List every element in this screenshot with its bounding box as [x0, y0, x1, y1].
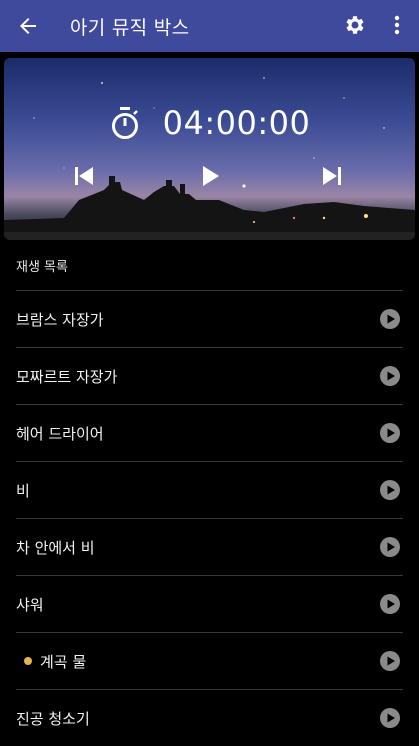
play-circle-icon[interactable]	[379, 308, 401, 330]
list-item-label: 모짜르트 자장가	[16, 367, 118, 386]
list-item-label: 헤어 드라이어	[16, 424, 104, 443]
play-circle-icon[interactable]	[379, 536, 401, 558]
more-vert-icon[interactable]	[393, 13, 401, 37]
timer-icon[interactable]	[109, 106, 141, 140]
list-item[interactable]: 진공 청소기	[16, 689, 403, 746]
list-item[interactable]: 모짜르트 자장가	[16, 347, 403, 404]
list-item-label: 샤워	[16, 595, 44, 614]
skip-next-icon[interactable]	[320, 164, 344, 188]
gear-icon[interactable]	[343, 13, 367, 37]
list-item[interactable]: 샤워	[16, 575, 403, 632]
timer-value[interactable]: 04:00:00	[163, 104, 311, 142]
list-item-label: 비	[16, 481, 30, 500]
play-circle-icon[interactable]	[379, 707, 401, 729]
app-bar: 아기 뮤직 박스	[0, 0, 419, 52]
list-item[interactable]: 브람스 자장가	[16, 290, 403, 347]
timer-display: 04:00:00	[4, 104, 415, 142]
list-item-label: 브람스 자장가	[16, 310, 104, 329]
player-card: 04:00:00	[4, 58, 415, 240]
play-circle-icon[interactable]	[379, 365, 401, 387]
list-item-active[interactable]: 계곡 물	[16, 632, 403, 689]
playlist-header: 재생 목록	[16, 259, 68, 275]
play-circle-icon[interactable]	[379, 479, 401, 501]
playlist: 브람스 자장가 모짜르트 자장가 헤어 드라이어 비 차 안에서 비 샤워 계곡…	[0, 290, 419, 746]
list-item-label: 진공 청소기	[16, 709, 90, 728]
list-item-label: 차 안에서 비	[16, 538, 95, 557]
page-title: 아기 뮤직 박스	[70, 16, 190, 39]
play-circle-icon[interactable]	[379, 593, 401, 615]
arrow-left-icon[interactable]	[16, 14, 40, 38]
list-item[interactable]: 비	[16, 461, 403, 518]
skip-previous-icon[interactable]	[72, 164, 96, 188]
play-icon[interactable]	[198, 164, 222, 188]
playback-controls	[4, 164, 415, 192]
now-playing-indicator	[24, 657, 32, 665]
play-circle-icon[interactable]	[379, 422, 401, 444]
list-item-label: 계곡 물	[40, 652, 87, 671]
list-item[interactable]: 헤어 드라이어	[16, 404, 403, 461]
list-item[interactable]: 차 안에서 비	[16, 518, 403, 575]
play-circle-icon[interactable]	[379, 650, 401, 672]
